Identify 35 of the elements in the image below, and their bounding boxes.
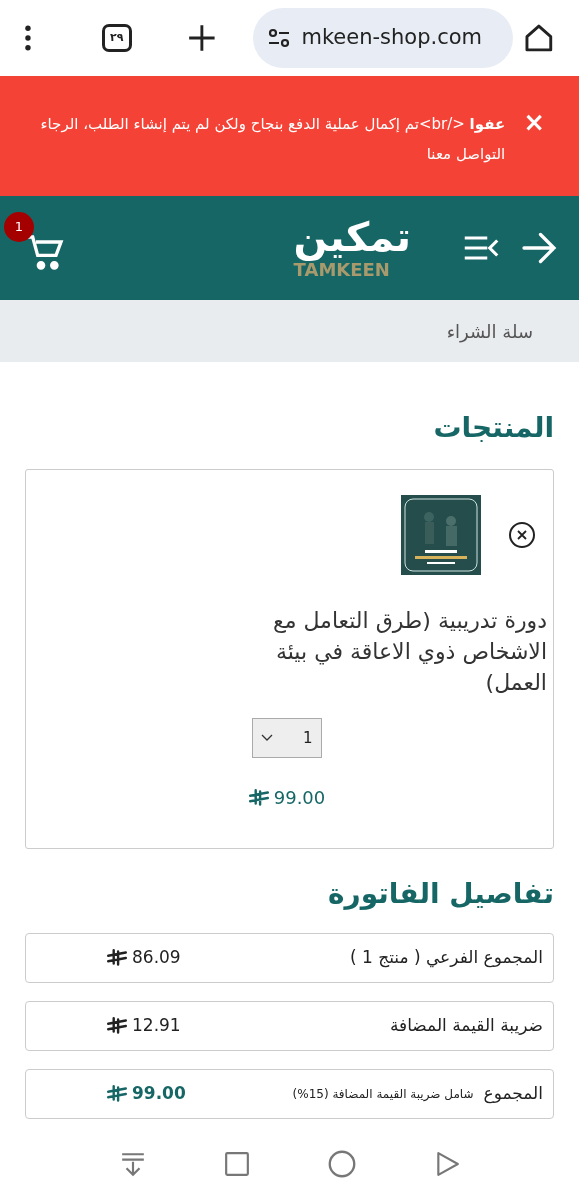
- chevron-down-icon: [260, 734, 273, 742]
- recents-icon[interactable]: [223, 1151, 250, 1177]
- remove-icon[interactable]: [509, 522, 535, 548]
- cart-icon[interactable]: [26, 232, 66, 272]
- address-bar[interactable]: mkeen-shop.com: [253, 8, 514, 68]
- riyal-icon: [106, 1017, 128, 1035]
- url-text: mkeen-shop.com: [301, 24, 482, 52]
- alert-message: عفوا </br>تم إكمال عملية الدفع بنجاح ولكن لم يتم إنشاء الطلب، الرجاء التواصل معنا: [39, 114, 506, 165]
- menu-icon[interactable]: [24, 25, 32, 51]
- quantity-select[interactable]: 1: [251, 718, 322, 758]
- invoice-heading: تفاصيل الفاتورة: [327, 876, 554, 912]
- invoice-label: ضريبة القيمة المضافة: [389, 1014, 543, 1038]
- home-icon[interactable]: [523, 22, 555, 54]
- invoice-amount: 86.09: [132, 946, 181, 970]
- product-price: 99.00: [273, 786, 326, 810]
- breadcrumb-text: سلة الشراء: [446, 319, 533, 345]
- invoice-amount: 12.91: [132, 1014, 181, 1038]
- invoice-amount: 99.00: [132, 1082, 186, 1106]
- product-name: دورة تدريبية (طرق التعامل مع الاشخاص ذوي الاعاقة في بيئة العمل): [271, 607, 547, 697]
- tab-count-button[interactable]: ٢٩: [101, 24, 132, 52]
- riyal-icon: [247, 788, 270, 807]
- close-button[interactable]: ×: [523, 109, 545, 135]
- invoice-label: المجموع الفرعي ( منتج 1 ): [349, 946, 543, 970]
- back-arrow-icon[interactable]: [521, 230, 557, 266]
- cart-count-badge: 1: [4, 212, 34, 242]
- invoice-label: المجموع: [483, 1082, 543, 1106]
- site-settings-icon[interactable]: [267, 26, 292, 50]
- plus-icon[interactable]: [187, 24, 216, 52]
- riyal-icon: [106, 949, 128, 967]
- products-heading: المنتجات: [432, 410, 554, 446]
- riyal-icon: [106, 1085, 128, 1103]
- logo-latin-text: TAMKEEN: [293, 261, 390, 279]
- download-icon[interactable]: [119, 1151, 146, 1177]
- home-circle-icon[interactable]: [327, 1150, 356, 1178]
- tax-note: شامل ضريبة القيمة المضافة (15%): [292, 1086, 474, 1103]
